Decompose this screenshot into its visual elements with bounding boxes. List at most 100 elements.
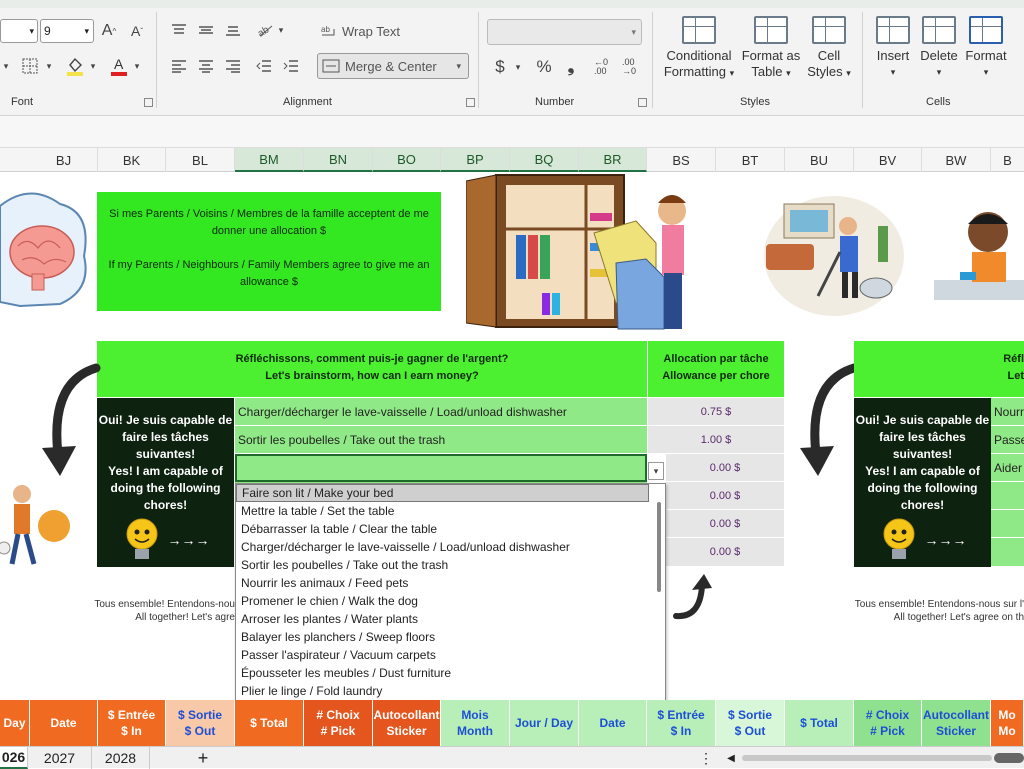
allowance-amount[interactable]: 0.00 $ xyxy=(666,482,784,510)
align-right-button[interactable] xyxy=(222,56,244,76)
chore-cell-right[interactable]: Nourr xyxy=(991,398,1024,426)
dropdown-toggle-button[interactable]: ▾ xyxy=(648,462,664,480)
cell-styles-button[interactable]: Cell Styles ▾ xyxy=(804,16,854,81)
align-center-button[interactable] xyxy=(195,56,217,76)
column-header[interactable]: BL xyxy=(166,148,235,172)
align-bottom-icon xyxy=(226,26,240,36)
allowance-amount[interactable]: 0.75 $ xyxy=(648,398,784,426)
dropdown-option[interactable]: Faire son lit / Make your bed xyxy=(236,484,649,502)
chevron-down-icon: ▾ xyxy=(84,25,89,36)
percent-format-button[interactable]: % xyxy=(533,56,555,78)
dropdown-option[interactable]: Débarrasser la table / Clear the table xyxy=(236,520,665,538)
chore-cell-right[interactable] xyxy=(991,510,1024,538)
chore-cell-right[interactable] xyxy=(991,482,1024,510)
fill-color-button[interactable] xyxy=(64,54,86,78)
allowance-amount[interactable]: 0.00 $ xyxy=(666,454,784,482)
allowance-amount[interactable]: 0.00 $ xyxy=(666,510,784,538)
dropdown-option[interactable]: Épousseter les meubles / Dust furniture xyxy=(236,664,665,682)
dropdown-option[interactable]: Charger/décharger le lave-vaisselle / Lo… xyxy=(236,538,665,556)
borders-button[interactable] xyxy=(18,56,42,76)
comma-style-button[interactable]: ❟ xyxy=(562,56,580,78)
align-middle-button[interactable] xyxy=(195,20,217,40)
column-header[interactable]: BK xyxy=(98,148,166,172)
number-dialog-launcher-icon[interactable] xyxy=(638,98,647,107)
currency-chevron-icon[interactable]: ▾ xyxy=(513,57,523,77)
scroll-left-icon[interactable]: ◀ xyxy=(724,747,738,769)
currency-format-button[interactable]: $ xyxy=(490,56,510,78)
font-size-dropdown[interactable]: 9 ▾ xyxy=(40,19,94,43)
font-dialog-launcher-icon[interactable] xyxy=(144,98,153,107)
column-header[interactable]: B xyxy=(991,148,1024,172)
brainstorm-header-right: Réfl Let xyxy=(854,341,1024,397)
chore-cell-right[interactable] xyxy=(991,538,1024,567)
ledger-header-cell: # Choix # Pick xyxy=(854,700,922,746)
sheet-tab[interactable]: 026 xyxy=(0,747,28,769)
merge-center-button[interactable]: Merge & Center ▾ xyxy=(317,53,469,79)
decrease-font-size-button[interactable]: Aˇ xyxy=(126,20,148,42)
wrap-text-button[interactable]: ab Wrap Text xyxy=(320,20,410,42)
dropdown-option[interactable]: Sortir les poubelles / Take out the tras… xyxy=(236,556,665,574)
column-header[interactable]: BN xyxy=(304,148,373,172)
increase-indent-button[interactable] xyxy=(280,56,302,76)
orientation-chevron-icon[interactable]: ▾ xyxy=(276,21,286,39)
align-bottom-button[interactable] xyxy=(222,20,244,40)
decrease-decimal-button[interactable]: .00 →0 xyxy=(618,56,640,78)
sheet-tab[interactable]: 2028 xyxy=(92,747,150,769)
column-header[interactable]: BO xyxy=(373,148,441,172)
font-name-dropdown[interactable]: ▾ xyxy=(0,19,38,43)
styles-group-label: Styles xyxy=(740,96,770,108)
allowance-amount[interactable]: 0.00 $ xyxy=(666,538,784,567)
dropdown-option[interactable]: Nourrir les animaux / Feed pets xyxy=(236,574,665,592)
dropdown-option[interactable]: Mettre la table / Set the table xyxy=(236,502,665,520)
dropdown-option[interactable]: Plier le linge / Fold laundry xyxy=(236,682,665,700)
column-header[interactable]: BQ xyxy=(510,148,579,172)
sheet-tab[interactable]: 2027 xyxy=(28,747,92,769)
column-header[interactable]: BJ xyxy=(30,148,98,172)
dropdown-scrollbar[interactable] xyxy=(657,502,661,592)
chore-cell[interactable]: Sortir les poubelles / Take out the tras… xyxy=(235,426,647,454)
chore-cell-right[interactable]: Aider xyxy=(991,454,1024,482)
decrease-indent-button[interactable] xyxy=(253,56,275,76)
align-left-button[interactable] xyxy=(168,56,190,76)
column-header[interactable]: BW xyxy=(922,148,991,172)
cell-styles-label-2: Styles xyxy=(807,64,843,79)
formula-bar-area[interactable] xyxy=(0,116,1024,148)
dropdown-option[interactable]: Balayer les planchers / Sweep floors xyxy=(236,628,665,646)
column-header[interactable]: BT xyxy=(716,148,785,172)
alignment-dialog-launcher-icon[interactable] xyxy=(466,98,475,107)
increase-decimal-button[interactable]: ←0.00 xyxy=(590,56,612,78)
format-button[interactable]: Format ▾ xyxy=(962,16,1010,80)
align-top-button[interactable] xyxy=(168,20,190,40)
add-sheet-button[interactable]: + xyxy=(190,747,216,769)
increase-font-size-button[interactable]: A ^ xyxy=(98,20,120,42)
column-header[interactable]: BV xyxy=(854,148,922,172)
dropdown-option[interactable]: Passer l'aspirateur / Vacuum carpets xyxy=(236,646,665,664)
column-header[interactable]: BS xyxy=(647,148,716,172)
number-format-dropdown[interactable]: ▾ xyxy=(487,19,642,45)
delete-button[interactable]: Delete ▾ xyxy=(916,16,962,80)
horizontal-scrollbar[interactable] xyxy=(742,755,992,761)
dropdown-option[interactable]: Promener le chien / Walk the dog xyxy=(236,592,665,610)
column-header[interactable]: BP xyxy=(441,148,510,172)
chore-cell-active[interactable] xyxy=(235,454,647,482)
font-color-chevron-icon[interactable]: ▾ xyxy=(132,56,142,76)
format-as-table-button[interactable]: Format as Table ▾ xyxy=(740,16,802,81)
conditional-formatting-button[interactable]: Conditional Formatting ▾ xyxy=(662,16,736,81)
column-header[interactable]: BM xyxy=(235,148,304,172)
column-header[interactable]: BR xyxy=(579,148,647,172)
insert-button[interactable]: Insert ▾ xyxy=(870,16,916,80)
allowance-amount[interactable]: 1.00 $ xyxy=(648,426,784,454)
borders-dropdown-chevron-icon[interactable]: ▾ xyxy=(44,56,54,76)
fill-color-chevron-icon[interactable]: ▾ xyxy=(88,56,98,76)
dropdown-option[interactable]: Arroser les plantes / Water plants xyxy=(236,610,665,628)
horizontal-scrollbar-thumb[interactable] xyxy=(994,753,1024,763)
chore-dropdown-list[interactable]: Faire son lit / Make your bed Mettre la … xyxy=(235,483,666,701)
column-header[interactable]: BU xyxy=(785,148,854,172)
chore-cell-right[interactable]: Passe xyxy=(991,426,1024,454)
more-options-icon[interactable]: ▾ xyxy=(0,56,12,76)
more-options-icon[interactable]: ⋮ xyxy=(699,747,713,769)
orientation-button[interactable]: ab xyxy=(254,20,276,40)
chevron-down-icon: ▾ xyxy=(653,465,659,476)
font-color-button[interactable]: A xyxy=(108,54,130,78)
chore-cell[interactable]: Charger/décharger le lave-vaisselle / Lo… xyxy=(235,398,647,426)
